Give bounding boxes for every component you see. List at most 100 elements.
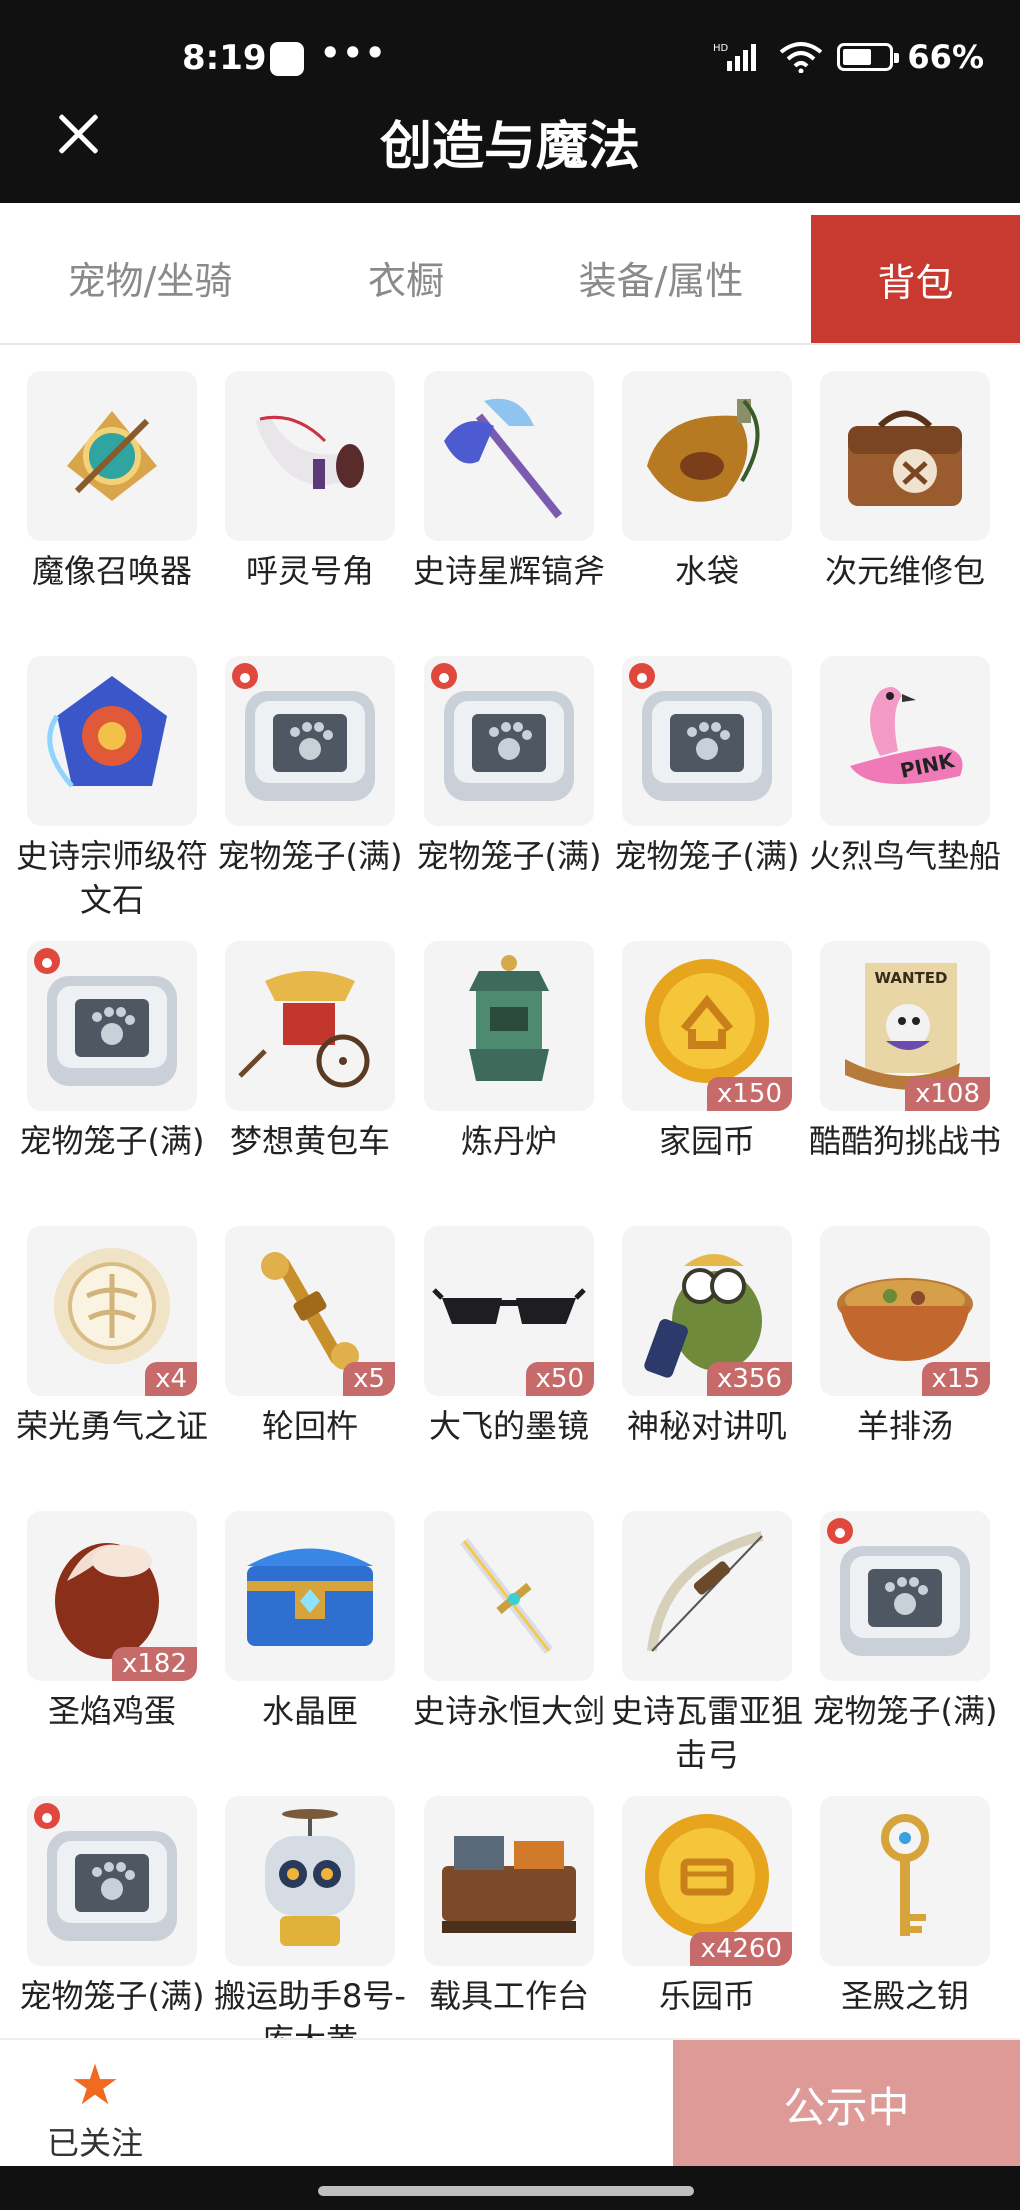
item-card[interactable]: 宠物笼子(满) xyxy=(813,1511,997,1733)
item-card[interactable]: x182 圣焰鸡蛋 xyxy=(27,1511,197,1733)
item-card[interactable]: 梦想黄包车 xyxy=(225,941,395,1163)
item-name: 史诗永恒大剑 xyxy=(412,1692,605,1730)
item-name: 水袋 xyxy=(674,552,739,590)
pet-cage-icon xyxy=(827,1518,970,1656)
item-card[interactable]: 魔像召唤器 xyxy=(27,371,197,593)
item-name: 宠物笼子(满) xyxy=(416,837,602,875)
more-notifications-icon: ••• xyxy=(320,34,388,72)
pet-cage-icon xyxy=(232,663,375,801)
pet-cage-icon xyxy=(34,1803,177,1941)
item-thumbnail: x150 xyxy=(622,941,792,1111)
tab-equipment-attributes[interactable]: 装备/属性 xyxy=(512,213,810,341)
page-title: 创造与魔法 xyxy=(379,117,640,177)
item-name: 呼灵号角 xyxy=(245,552,374,590)
horn-icon xyxy=(255,415,364,489)
tab-wardrobe[interactable]: 衣橱 xyxy=(300,213,512,341)
item-thumbnail xyxy=(622,1511,792,1681)
battery-icon xyxy=(837,43,900,71)
item-name: 圣殿之钥 xyxy=(840,1977,969,2015)
item-thumbnail: x15 xyxy=(820,1226,990,1396)
item-card[interactable]: 宠物笼子(满) xyxy=(417,656,601,878)
item-card[interactable]: 载具工作台 xyxy=(424,1796,594,2018)
item-card[interactable]: 炼丹炉 xyxy=(424,941,594,1163)
item-card[interactable]: x15 羊排汤 xyxy=(820,1226,990,1448)
item-card[interactable]: x4 荣光勇气之证 xyxy=(16,1226,208,1448)
axe-icon xyxy=(444,398,563,519)
item-card[interactable]: 宠物笼子(满) xyxy=(20,1796,204,2018)
item-thumbnail xyxy=(622,371,792,541)
item-card[interactable]: 水晶匣 xyxy=(225,1511,395,1733)
follow-button[interactable]: ★ 已关注 xyxy=(30,2054,160,2164)
rickshaw-icon xyxy=(238,971,370,1088)
item-thumbnail: x182 xyxy=(27,1511,197,1681)
sniper-bow-icon xyxy=(647,1531,764,1652)
item-card[interactable]: 圣殿之钥 xyxy=(820,1796,990,2018)
item-card[interactable]: x4260 乐园币 xyxy=(622,1796,792,2018)
status-time: 8:19 xyxy=(182,38,267,78)
item-card[interactable]: x50 大飞的墨镜 xyxy=(424,1226,594,1448)
item-card[interactable]: x5 轮回杵 xyxy=(225,1226,395,1448)
tab-bar: 宠物/坐骑 衣橱 装备/属性 背包 xyxy=(0,203,1020,345)
item-thumbnail xyxy=(820,371,990,541)
item-name: 史诗星辉镐斧 xyxy=(412,552,605,590)
item-card[interactable]: 宠物笼子(满) xyxy=(218,656,402,878)
item-name: 史诗宗师级符文石 xyxy=(15,837,208,919)
item-grid: 魔像召唤器 呼灵号角 史诗星辉镐斧 水袋 次元维修包 史诗宗师级符文石 宠物笼子(满) 宠物笼… xyxy=(0,345,1020,2038)
water-bag-icon xyxy=(647,399,760,502)
item-thumbnail xyxy=(424,1511,594,1681)
greatsword-icon xyxy=(460,1537,553,1655)
item-card[interactable]: 史诗永恒大剑 xyxy=(413,1511,605,1733)
item-art-text: WANTED xyxy=(875,969,948,987)
item-name: 宠物笼子(满) xyxy=(19,1122,205,1160)
publicity-button[interactable]: 公示中 xyxy=(673,2040,1020,2168)
item-card[interactable]: 次元维修包 xyxy=(820,371,990,593)
crystal-chest-icon xyxy=(247,1548,373,1646)
item-card[interactable]: PINK 火烈鸟气垫船 xyxy=(809,656,1001,878)
item-card[interactable]: x356 神秘对讲叽 xyxy=(622,1226,792,1448)
item-card[interactable]: 宠物笼子(满) xyxy=(20,941,204,1163)
item-name: 家园币 xyxy=(658,1122,755,1160)
home-indicator-bar xyxy=(0,2166,1020,2210)
battery-level: 66% xyxy=(907,38,984,76)
home-indicator[interactable] xyxy=(318,2186,694,2196)
item-thumbnail xyxy=(27,1796,197,1966)
item-quantity: x108 xyxy=(904,1077,990,1111)
item-card[interactable]: 水袋 xyxy=(622,371,792,593)
tab-backpack[interactable]: 背包 xyxy=(811,215,1020,343)
item-name: 轮回杵 xyxy=(261,1407,358,1445)
workbench-icon xyxy=(442,1836,576,1933)
item-thumbnail: x50 xyxy=(424,1226,594,1396)
signal-icon: HD xyxy=(713,43,757,71)
item-thumbnail xyxy=(27,371,197,541)
item-name: 大飞的墨镜 xyxy=(428,1407,589,1445)
item-name: 水晶匣 xyxy=(261,1692,358,1730)
item-thumbnail xyxy=(225,1511,395,1681)
follow-label: 已关注 xyxy=(46,2124,143,2162)
star-icon: ★ xyxy=(69,2053,121,2118)
item-name: 宠物笼子(满) xyxy=(19,1977,205,2015)
network-type: HD xyxy=(713,43,729,54)
item-quantity: x5 xyxy=(343,1362,395,1396)
item-card[interactable]: WANTED x108 酷酷狗挑战书 xyxy=(809,941,1001,1163)
item-card[interactable]: 史诗星辉镐斧 xyxy=(413,371,605,593)
item-card[interactable]: 呼灵号角 xyxy=(225,371,395,593)
item-card[interactable]: 史诗宗师级符文石 xyxy=(16,656,208,922)
item-name: 搬运助手8号-库大黄 xyxy=(214,1977,406,2038)
item-card[interactable]: 史诗瓦雷亚狙击弓 xyxy=(611,1511,803,1777)
item-card[interactable]: x150 家园币 xyxy=(622,941,792,1163)
item-thumbnail xyxy=(424,371,594,541)
item-thumbnail xyxy=(424,656,594,826)
pet-cage-icon xyxy=(629,663,772,801)
temple-key-icon xyxy=(881,1814,929,1936)
item-name: 魔像召唤器 xyxy=(31,552,192,590)
robot-helper-icon xyxy=(265,1809,355,1946)
item-card[interactable]: 宠物笼子(满) xyxy=(615,656,799,878)
item-quantity: x4 xyxy=(145,1362,197,1396)
flamingo-float-icon: PINK xyxy=(850,687,963,784)
pet-cage-icon xyxy=(34,948,177,1086)
item-card[interactable]: 搬运助手8号-库大黄 xyxy=(214,1796,406,2038)
tab-pets-mounts[interactable]: 宠物/坐骑 xyxy=(0,213,300,341)
item-thumbnail xyxy=(225,371,395,541)
item-name: 载具工作台 xyxy=(428,1977,589,2015)
item-name: 炼丹炉 xyxy=(460,1122,557,1160)
